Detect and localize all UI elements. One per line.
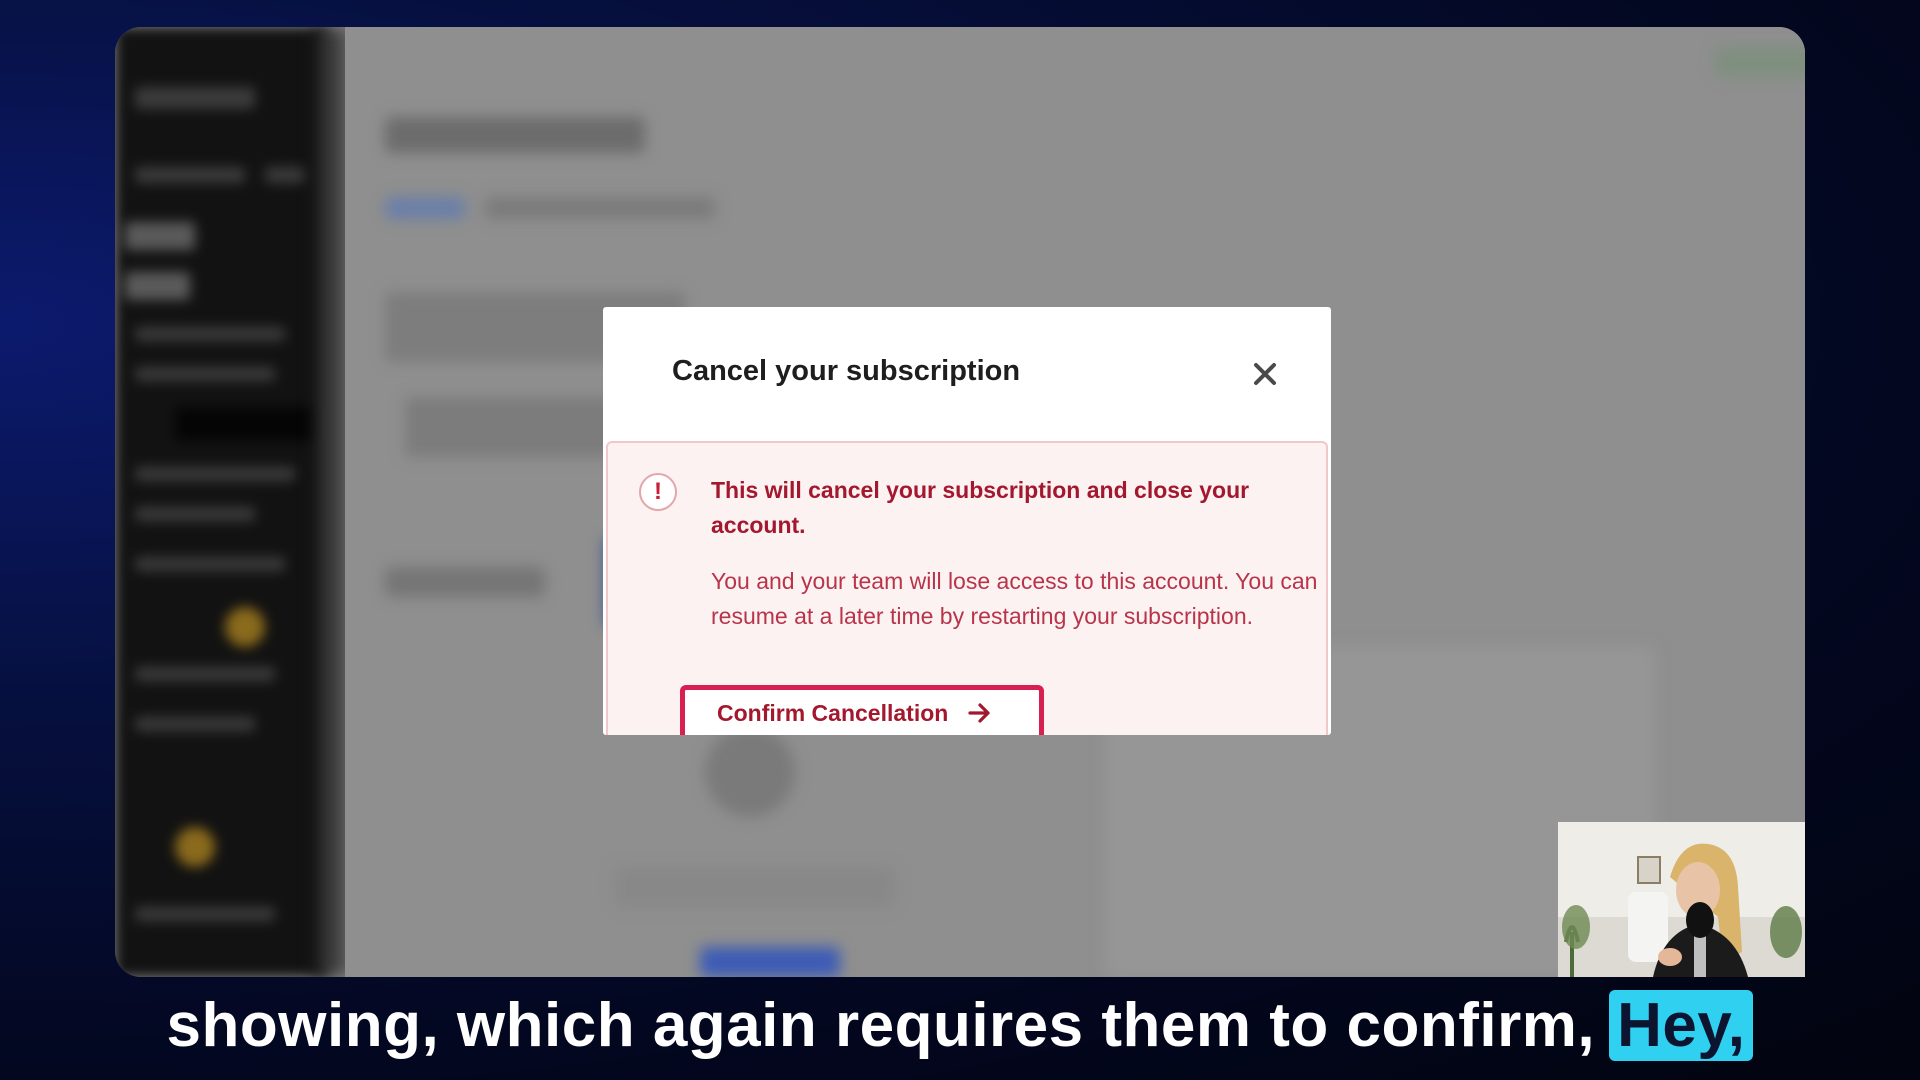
subtitle-caption: showing, which again requires them to co… — [0, 985, 1920, 1065]
modal-title: Cancel your subscription — [672, 355, 1021, 387]
warning-alert: ! This will cancel your subscription and… — [606, 441, 1328, 735]
arrow-right-icon — [968, 702, 992, 724]
presenter-webcam — [1558, 822, 1805, 977]
caption-text: showing, which again requires them to co… — [166, 990, 1596, 1060]
alert-heading: This will cancel your subscription and c… — [711, 477, 1250, 538]
confirm-cancellation-button[interactable]: Confirm Cancellation — [680, 685, 1044, 735]
close-button[interactable] — [1248, 357, 1282, 391]
sidebar — [115, 27, 327, 977]
caption-highlight: Hey, — [1609, 989, 1754, 1061]
exclamation-icon: ! — [639, 473, 677, 511]
cancel-subscription-modal: Cancel your subscription ! This will can… — [603, 307, 1331, 735]
alert-body: You and your team will lose access to th… — [711, 568, 1318, 629]
confirm-cancellation-label: Confirm Cancellation — [717, 699, 949, 726]
close-icon — [1254, 363, 1276, 385]
